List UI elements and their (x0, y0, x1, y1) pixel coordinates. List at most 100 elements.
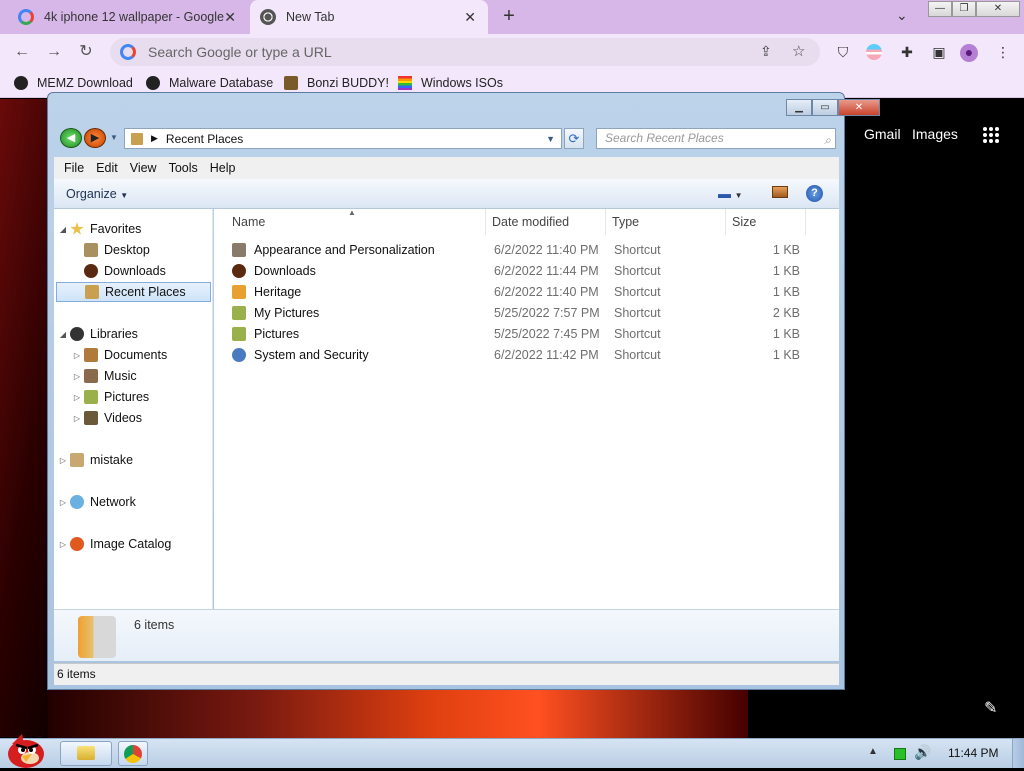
menu-file[interactable]: File (64, 161, 84, 175)
omnibox[interactable]: Search Google or type a URL ⇪ ☆ (110, 38, 820, 66)
browser-tab-active[interactable]: New Tab ✕ (250, 0, 488, 34)
nav-label: Pictures (104, 390, 150, 404)
help-icon[interactable]: ? (806, 185, 823, 202)
maximize-button[interactable]: ▭ (812, 99, 838, 116)
nav-desktop[interactable]: Desktop (54, 240, 212, 260)
nav-documents[interactable]: ▷ Documents (54, 345, 212, 365)
bookmark-item[interactable]: Bonzi BUDDY! (284, 76, 389, 90)
collapsed-arrow-icon[interactable]: ▷ (72, 414, 82, 423)
restore-browser-button[interactable]: ❐ (952, 1, 976, 17)
organize-button[interactable]: Organize ▼ (66, 187, 128, 201)
column-header-name[interactable]: Name ▲ (226, 208, 486, 235)
change-view-icon[interactable]: ▬ ▼ (718, 186, 743, 201)
recent-places-folder-icon (131, 132, 143, 145)
column-header-type[interactable]: Type (606, 209, 726, 235)
search-input[interactable]: Search Recent Places ⌕ (596, 128, 836, 149)
menu-edit[interactable]: Edit (96, 161, 118, 175)
expanded-arrow-icon[interactable]: ◢ (58, 330, 68, 339)
search-icon[interactable]: ⌕ (824, 131, 831, 150)
nav-recent-places[interactable]: Recent Places (56, 282, 211, 302)
refresh-button[interactable]: ⟳ (564, 128, 584, 149)
file-row[interactable]: System and Security 6/2/2022 11:42 PM Shor… (226, 345, 826, 365)
customize-pencil-icon[interactable]: ✎ (984, 698, 997, 718)
new-tab-button[interactable]: + (498, 5, 520, 27)
forward-arrow-icon[interactable]: → (44, 42, 64, 62)
file-row[interactable]: Appearance and Personalization 6/2/2022 1… (226, 240, 826, 260)
column-header-size[interactable]: Size (726, 209, 806, 235)
music-icon (84, 369, 98, 383)
address-bar[interactable]: ▶ Recent Places ▼ (124, 128, 562, 149)
nav-label: mistake (90, 453, 134, 467)
nav-mistake[interactable]: ▷ mistake (54, 450, 212, 470)
address-dropdown-icon[interactable]: ▼ (546, 134, 555, 144)
collapsed-arrow-icon[interactable]: ▷ (72, 351, 82, 360)
recent-pages-dropdown-icon[interactable]: ▼ (110, 133, 118, 142)
extension-flag-icon[interactable] (866, 44, 884, 62)
collapsed-arrow-icon[interactable]: ▷ (58, 540, 68, 549)
gmail-link[interactable]: Gmail (864, 126, 901, 142)
nav-favorites[interactable]: ◢ Favorites (54, 219, 212, 239)
reload-icon[interactable]: ↻ (76, 42, 96, 62)
close-tab-icon[interactable]: ✕ (224, 9, 236, 26)
file-row[interactable]: Heritage 6/2/2022 11:40 PM Shortcut 1 KB (226, 282, 826, 302)
show-desktop-button[interactable] (1012, 739, 1024, 768)
nav-downloads[interactable]: Downloads (54, 261, 212, 281)
nav-libraries[interactable]: ◢ Libraries (54, 324, 212, 344)
taskbar-clock[interactable]: 11:44 PM (948, 746, 998, 760)
volume-icon[interactable]: 🔊 (914, 744, 931, 761)
bookmark-item[interactable]: Windows ISOs (398, 76, 503, 90)
tab-search-chevron-icon[interactable]: ⌄ (896, 7, 908, 24)
profile-avatar[interactable]: ● (960, 44, 978, 62)
appearance-shortcut-icon (232, 243, 246, 257)
file-row[interactable]: Downloads 6/2/2022 11:44 PM Shortcut 1 KB (226, 261, 826, 281)
forward-button[interactable]: ▶ (84, 128, 106, 148)
nav-videos[interactable]: ▷ Videos (54, 408, 212, 428)
start-button-angry-bird-icon[interactable] (2, 732, 50, 768)
browser-tab[interactable]: 4k iphone 12 wallpaper - Google ✕ (8, 0, 248, 34)
minimize-browser-button[interactable]: — (928, 1, 952, 17)
nav-image-catalog[interactable]: ▷ Image Catalog (54, 534, 212, 554)
back-arrow-icon[interactable]: ← (12, 42, 32, 62)
file-type: Shortcut (614, 306, 661, 320)
recent-places-icon (85, 285, 99, 299)
show-hidden-icons-arrow[interactable]: ▲ (868, 746, 878, 757)
extensions-puzzle-icon[interactable]: ✚ (898, 44, 916, 62)
collapsed-arrow-icon[interactable]: ▷ (58, 456, 68, 465)
menu-view[interactable]: View (130, 161, 157, 175)
google-apps-icon[interactable] (982, 126, 1000, 144)
bookmark-item[interactable]: Malware Database (146, 76, 273, 90)
bookmark-item[interactable]: MEMZ Download (14, 76, 133, 90)
share-icon[interactable]: ⇪ (760, 43, 772, 60)
file-name: Downloads (254, 264, 316, 278)
side-panel-icon[interactable]: ▣ (930, 44, 948, 62)
nav-music[interactable]: ▷ Music (54, 366, 212, 386)
file-row[interactable]: My Pictures 5/25/2022 7:57 PM Shortcut 2 KB (226, 303, 826, 323)
minimize-button[interactable]: ▁ (786, 99, 812, 116)
images-link[interactable]: Images (912, 126, 958, 142)
collapsed-arrow-icon[interactable]: ▷ (72, 372, 82, 381)
taskbar-explorer-button[interactable] (60, 741, 112, 766)
chrome-menu-icon[interactable]: ⋮ (994, 44, 1012, 62)
bookmark-star-icon[interactable]: ☆ (792, 42, 805, 60)
file-row[interactable]: Pictures 5/25/2022 7:45 PM Shortcut 1 KB (226, 324, 826, 344)
close-button[interactable]: ✕ (838, 99, 880, 116)
close-tab-icon[interactable]: ✕ (464, 9, 476, 26)
menu-help[interactable]: Help (210, 161, 236, 175)
collapsed-arrow-icon[interactable]: ▷ (72, 393, 82, 402)
menu-tools[interactable]: Tools (169, 161, 198, 175)
close-browser-button[interactable]: ✕ (976, 1, 1020, 17)
preview-pane-icon[interactable] (772, 186, 788, 198)
battery-icon[interactable] (894, 748, 906, 760)
ublock-icon[interactable]: ⛉ (834, 44, 852, 62)
expanded-arrow-icon[interactable]: ◢ (58, 225, 68, 234)
recent-places-large-icon (78, 616, 116, 658)
taskbar-chrome-button[interactable] (118, 741, 148, 766)
navigation-pane: ◢ Favorites Desktop Downloads Recent Plac… (54, 209, 213, 609)
back-button[interactable]: ◀ (60, 128, 82, 148)
nav-label: Favorites (90, 222, 142, 236)
breadcrumb-arrow-icon[interactable]: ▶ (151, 133, 158, 144)
nav-pictures[interactable]: ▷ Pictures (54, 387, 212, 407)
nav-network[interactable]: ▷ Network (54, 492, 212, 512)
column-header-date[interactable]: Date modified (486, 209, 606, 235)
collapsed-arrow-icon[interactable]: ▷ (58, 498, 68, 507)
